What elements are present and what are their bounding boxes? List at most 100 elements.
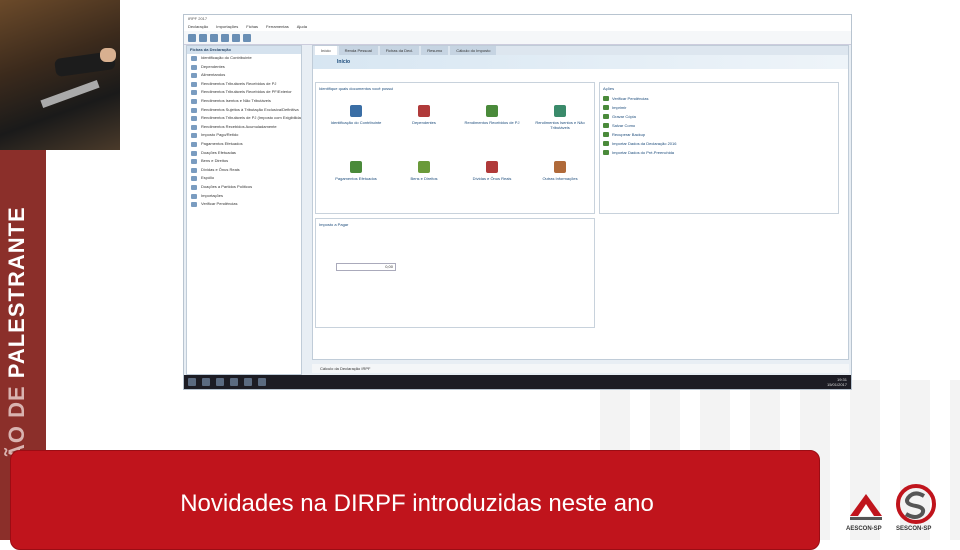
nav-item[interactable]: Doações Efetuadas <box>187 149 301 158</box>
nav-list: Identificação do Contribuinte Dependentes… <box>187 54 301 209</box>
document-icon <box>350 105 362 117</box>
nav-panel-header: Fichas da Declaração <box>187 46 301 54</box>
action-link[interactable]: Imprimir <box>600 103 838 112</box>
action-link[interactable]: Importar Dados da Declaração 2016 <box>600 139 838 148</box>
nav-item[interactable]: Rendimentos Isentos e Não Tributáveis <box>187 97 301 106</box>
app-status-bar: Cálculo da Declaração IRPF <box>312 364 849 373</box>
app-tabs: Início Renda Pessoal Fichas da Decl. Resumo… <box>313 46 848 55</box>
toolbar-save-icon[interactable] <box>210 34 218 42</box>
nav-item[interactable]: Dívidas e Ônus Reais <box>187 166 301 175</box>
menu-item[interactable]: Ajuda <box>297 23 307 31</box>
document-shortcut[interactable]: Pagamentos Efetuados <box>326 161 386 181</box>
document-label: Dívidas e Ônus Reais <box>472 176 512 181</box>
actions-section-title: Ações <box>603 86 615 91</box>
toolbar-print-icon[interactable] <box>221 34 229 42</box>
tab[interactable]: Renda Pessoal <box>338 46 378 55</box>
start-icon[interactable] <box>188 378 196 386</box>
document-label: Pagamentos Efetuados <box>335 176 377 181</box>
action-link[interactable]: Verificar Pendências <box>600 94 838 103</box>
menu-item[interactable]: Fichas <box>246 23 258 31</box>
document-icon <box>350 161 362 173</box>
tab[interactable]: Fichas da Decl. <box>379 46 420 55</box>
taskbar-clock: 19:31 15/01/2017 <box>827 377 847 387</box>
nav-item[interactable]: Identificação do Contribuinte <box>187 54 301 63</box>
document-shortcut[interactable]: Identificação do Contribuinte <box>326 105 386 125</box>
toolbar-open-icon[interactable] <box>199 34 207 42</box>
nav-item[interactable]: Rendimentos Sujeitos à Tributação Exclus… <box>187 106 301 115</box>
folder-icon[interactable] <box>230 378 238 386</box>
app-screenshot: IRPF 2017 Declaração Importações Fichas Fer… <box>183 14 852 390</box>
nav-item[interactable]: Rendimentos Tributáveis Recebidos de PJ <box>187 80 301 89</box>
nav-item[interactable]: Alimentandos <box>187 71 301 80</box>
nav-item[interactable]: Verificar Pendências <box>187 200 301 209</box>
document-shortcut[interactable]: Dívidas e Ônus Reais <box>462 161 522 181</box>
action-link[interactable]: Importar Dados do Pré-Preenchida <box>600 148 838 157</box>
action-link[interactable]: Recuperar Backup <box>600 130 838 139</box>
tab[interactable]: Resumo <box>421 46 449 55</box>
document-icon <box>554 161 566 173</box>
vertical-title: ÃO DE PALESTRANTE <box>4 206 30 460</box>
action-link[interactable]: Salvar Como <box>600 121 838 130</box>
nav-item[interactable]: Importações <box>187 192 301 201</box>
document-shortcut[interactable]: Outras Informações <box>530 161 590 181</box>
tab[interactable]: Cálculo do Imposto <box>450 46 497 55</box>
document-icon <box>418 161 430 173</box>
app-menu-bar: Declaração Importações Fichas Ferramentas Aj… <box>184 23 851 31</box>
task-view-icon[interactable] <box>216 378 224 386</box>
nav-item[interactable]: Espólio <box>187 174 301 183</box>
app-icon[interactable] <box>258 378 266 386</box>
documents-section: Identifique quais documentos você possui… <box>315 82 595 214</box>
vertical-title-bold: PALESTRANTE <box>4 206 29 379</box>
aescon-logo <box>850 494 882 520</box>
aescon-label: AESCON-SP <box>846 526 882 532</box>
nav-item[interactable]: Rendimentos Tributáveis Recebidos de PF/… <box>187 88 301 97</box>
action-link[interactable]: Gravar Cópia <box>600 112 838 121</box>
menu-item[interactable]: Declaração <box>188 23 208 31</box>
speaker-photo <box>0 0 120 150</box>
app-main-panel: Início Renda Pessoal Fichas da Decl. Resumo… <box>312 45 849 360</box>
document-shortcut[interactable]: Dependentes <box>394 105 454 125</box>
document-label: Bens e Direitos <box>410 176 438 181</box>
toolbar-check-icon[interactable] <box>232 34 240 42</box>
document-icon <box>554 105 566 117</box>
app-toolbar <box>184 31 851 45</box>
search-icon[interactable] <box>202 378 210 386</box>
document-icon <box>486 105 498 117</box>
toolbar-send-icon[interactable] <box>243 34 251 42</box>
app-nav-panel: Fichas da Declaração Identificação do Co… <box>186 45 302 375</box>
document-label: Rendimentos Isentos e Não Tributáveis <box>535 120 585 130</box>
sescon-label: SESCON-SP <box>896 526 932 532</box>
menu-item[interactable]: Ferramentas <box>266 23 289 31</box>
actions-section: Ações Verificar Pendências Imprimir Gravar… <box>599 82 839 214</box>
browser-icon[interactable] <box>244 378 252 386</box>
document-shortcut[interactable]: Rendimentos Recebidos de PJ <box>462 105 522 125</box>
slide-caption: Novidades na DIRPF introduzidas neste an… <box>180 490 654 517</box>
nav-item[interactable]: Imposto Pago/Retido <box>187 131 301 140</box>
nav-item[interactable]: Pagamentos Efetuados <box>187 140 301 149</box>
document-label: Identificação do Contribuinte <box>330 120 382 125</box>
menu-item[interactable]: Importações <box>216 23 238 31</box>
windows-taskbar: 19:31 15/01/2017 <box>184 375 851 389</box>
app-banner: Início <box>313 55 848 69</box>
tax-value: 0,00 <box>336 263 396 271</box>
document-shortcut[interactable]: Bens e Direitos <box>394 161 454 181</box>
nav-item[interactable]: Bens e Direitos <box>187 157 301 166</box>
vertical-title-light: ÃO DE <box>4 378 29 460</box>
documents-section-title: Identifique quais documentos você possui <box>319 86 394 91</box>
document-icon <box>486 161 498 173</box>
document-label: Outras Informações <box>542 176 578 181</box>
document-label: Rendimentos Recebidos de PJ <box>464 120 520 125</box>
document-shortcut[interactable]: Rendimentos Isentos e Não Tributáveis <box>530 105 590 130</box>
nav-item[interactable]: Rendimentos Tributáveis de PJ (Imposto c… <box>187 114 301 123</box>
nav-item[interactable]: Doações a Partidos Políticos <box>187 183 301 192</box>
app-title-bar: IRPF 2017 <box>184 15 851 23</box>
nav-item[interactable]: Dependentes <box>187 63 301 72</box>
sescon-logo <box>896 484 936 524</box>
nav-item[interactable]: Rendimentos Recebidos Acumuladamente <box>187 123 301 132</box>
toolbar-new-icon[interactable] <box>188 34 196 42</box>
tab[interactable]: Início <box>315 46 337 55</box>
actions-list: Verificar Pendências Imprimir Gravar Cópia… <box>600 94 838 157</box>
clock-date: 15/01/2017 <box>826 382 847 387</box>
tax-section: Imposto a Pagar 0,00 <box>315 218 595 328</box>
tax-section-title: Imposto a Pagar <box>319 222 349 227</box>
